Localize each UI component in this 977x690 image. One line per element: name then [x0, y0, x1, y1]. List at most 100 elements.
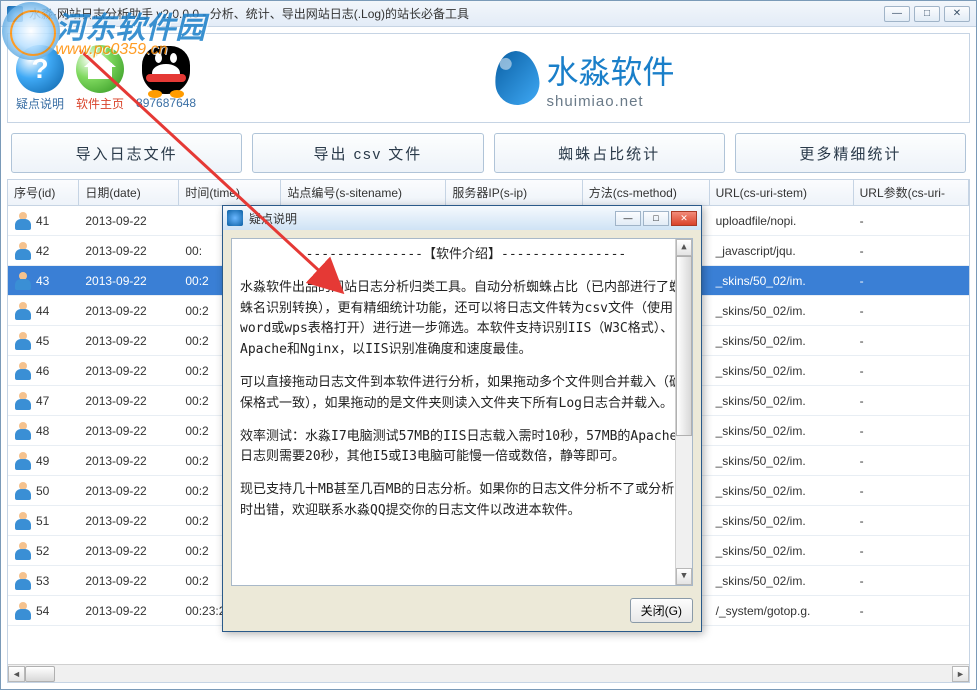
- dialog-maximize-button[interactable]: □: [643, 211, 669, 226]
- dialog-paragraph-3: 效率测试：水淼I7电脑测试57MB的IIS日志载入需时10秒，57MB的Apac…: [240, 427, 684, 469]
- brand-name-cn: 水淼软件: [547, 47, 675, 93]
- column-header[interactable]: 日期(date): [79, 180, 179, 205]
- dialog-paragraph-1: 水淼软件出品的网站日志分析归类工具。自动分析蜘蛛占比（已内部进行了蜘蛛名识别转换…: [240, 278, 684, 361]
- window-title: 水淼·网站日志分析助手 v2.0.0.0 - 分析、统计、导出网站日志(.Log…: [29, 5, 878, 22]
- help-tool[interactable]: ? 疑点说明: [16, 45, 64, 112]
- table-cell: 2013-09-22: [79, 356, 179, 385]
- table-cell: _javascript/jqu.: [710, 236, 854, 265]
- dialog-content[interactable]: ----------------【软件介绍】---------------- 水…: [231, 238, 693, 586]
- table-cell: 2013-09-22: [79, 566, 179, 595]
- more-stats-button[interactable]: 更多精细统计: [735, 133, 966, 173]
- dialog-close-button[interactable]: 关闭(G): [630, 598, 693, 623]
- column-header[interactable]: 服务器IP(s-ip): [446, 180, 582, 205]
- table-cell: 52: [8, 536, 79, 565]
- person-icon: [14, 422, 32, 440]
- dialog-minimize-button[interactable]: —: [615, 211, 641, 226]
- table-cell: 2013-09-22: [79, 296, 179, 325]
- maximize-button[interactable]: □: [914, 6, 940, 22]
- dialog-title: 疑点说明: [249, 210, 609, 227]
- table-cell: -: [854, 566, 969, 595]
- table-header: 序号(id)日期(date)时间(time)站点编号(s-sitename)服务…: [8, 180, 969, 206]
- table-cell: 41: [8, 206, 79, 235]
- table-cell: -: [854, 416, 969, 445]
- table-cell: -: [854, 236, 969, 265]
- table-cell: 2013-09-22: [79, 386, 179, 415]
- table-cell: 2013-09-22: [79, 536, 179, 565]
- qq-icon: [142, 46, 190, 94]
- dialog-paragraph-4: 现已支持几十MB甚至几百MB的日志分析。如果你的日志文件分析不了或分析时出错，欢…: [240, 480, 684, 522]
- column-header[interactable]: 方法(cs-method): [583, 180, 710, 205]
- titlebar[interactable]: 水淼·网站日志分析助手 v2.0.0.0 - 分析、统计、导出网站日志(.Log…: [1, 1, 976, 27]
- table-cell: -: [854, 506, 969, 535]
- horizontal-scrollbar[interactable]: ◄ ►: [8, 664, 969, 682]
- table-cell: _skins/50_02/im.: [710, 296, 854, 325]
- table-cell: 48: [8, 416, 79, 445]
- table-cell: 2013-09-22: [79, 476, 179, 505]
- action-button-row: 导入日志文件 导出 csv 文件 蜘蛛占比统计 更多精细统计: [1, 123, 976, 179]
- table-cell: _skins/50_02/im.: [710, 416, 854, 445]
- close-button[interactable]: ✕: [944, 6, 970, 22]
- column-header[interactable]: 时间(time): [179, 180, 281, 205]
- person-icon: [14, 512, 32, 530]
- table-cell: -: [854, 206, 969, 235]
- person-icon: [14, 332, 32, 350]
- dialog-scroll-down[interactable]: ▼: [676, 568, 692, 585]
- column-header[interactable]: URL(cs-uri-stem): [710, 180, 854, 205]
- person-icon: [14, 242, 32, 260]
- table-cell: _skins/50_02/im.: [710, 506, 854, 535]
- table-cell: -: [854, 596, 969, 625]
- column-header[interactable]: 站点编号(s-sitename): [281, 180, 446, 205]
- person-icon: [14, 572, 32, 590]
- table-cell: -: [854, 326, 969, 355]
- table-cell: -: [854, 446, 969, 475]
- table-cell: -: [854, 296, 969, 325]
- table-cell: 50: [8, 476, 79, 505]
- table-cell: 51: [8, 506, 79, 535]
- table-cell: /_system/gotop.g.: [710, 596, 854, 625]
- dialog-paragraph-2: 可以直接拖动日志文件到本软件进行分析，如果拖动多个文件则合并载入（确保格式一致）…: [240, 373, 684, 415]
- table-cell: 54: [8, 596, 79, 625]
- table-cell: -: [854, 386, 969, 415]
- table-cell: 42: [8, 236, 79, 265]
- export-button[interactable]: 导出 csv 文件: [252, 133, 483, 173]
- column-header[interactable]: URL参数(cs-uri-: [854, 180, 969, 205]
- minimize-button[interactable]: —: [884, 6, 910, 22]
- help-label: 疑点说明: [16, 95, 64, 112]
- dialog-scroll-thumb[interactable]: [676, 256, 692, 436]
- table-cell: 2013-09-22: [79, 596, 179, 625]
- spider-stats-button[interactable]: 蜘蛛占比统计: [494, 133, 725, 173]
- table-cell: _skins/50_02/im.: [710, 476, 854, 505]
- homepage-tool[interactable]: 软件主页: [76, 45, 124, 112]
- table-cell: _skins/50_02/im.: [710, 536, 854, 565]
- table-cell: -: [854, 266, 969, 295]
- table-cell: 2013-09-22: [79, 236, 179, 265]
- person-icon: [14, 452, 32, 470]
- qq-label: 897687648: [136, 96, 196, 110]
- dialog-close-x-button[interactable]: ✕: [671, 211, 697, 226]
- table-cell: 2013-09-22: [79, 416, 179, 445]
- table-cell: _skins/50_02/im.: [710, 386, 854, 415]
- scroll-thumb[interactable]: [25, 666, 55, 682]
- table-cell: 2013-09-22: [79, 326, 179, 355]
- table-cell: uploadfile/nopi.: [710, 206, 854, 235]
- table-cell: 49: [8, 446, 79, 475]
- import-button[interactable]: 导入日志文件: [11, 133, 242, 173]
- scroll-right-arrow[interactable]: ►: [952, 666, 969, 682]
- homepage-label: 软件主页: [76, 95, 124, 112]
- qq-tool[interactable]: 897687648: [136, 46, 196, 110]
- dialog-vertical-scrollbar[interactable]: ▲ ▼: [675, 239, 692, 585]
- person-icon: [14, 392, 32, 410]
- scroll-left-arrow[interactable]: ◄: [8, 666, 25, 682]
- dialog-titlebar[interactable]: 疑点说明 — □ ✕: [223, 206, 701, 230]
- app-icon: [7, 6, 23, 22]
- table-cell: _skins/50_02/im.: [710, 446, 854, 475]
- table-cell: 53: [8, 566, 79, 595]
- brand: 水淼软件 shuimiao.net: [208, 47, 961, 110]
- person-icon: [14, 602, 32, 620]
- column-header[interactable]: 序号(id): [8, 180, 79, 205]
- brand-logo-icon: [492, 49, 541, 107]
- scroll-track[interactable]: [25, 666, 952, 682]
- dialog-scroll-up[interactable]: ▲: [676, 239, 692, 256]
- table-cell: 44: [8, 296, 79, 325]
- person-icon: [14, 362, 32, 380]
